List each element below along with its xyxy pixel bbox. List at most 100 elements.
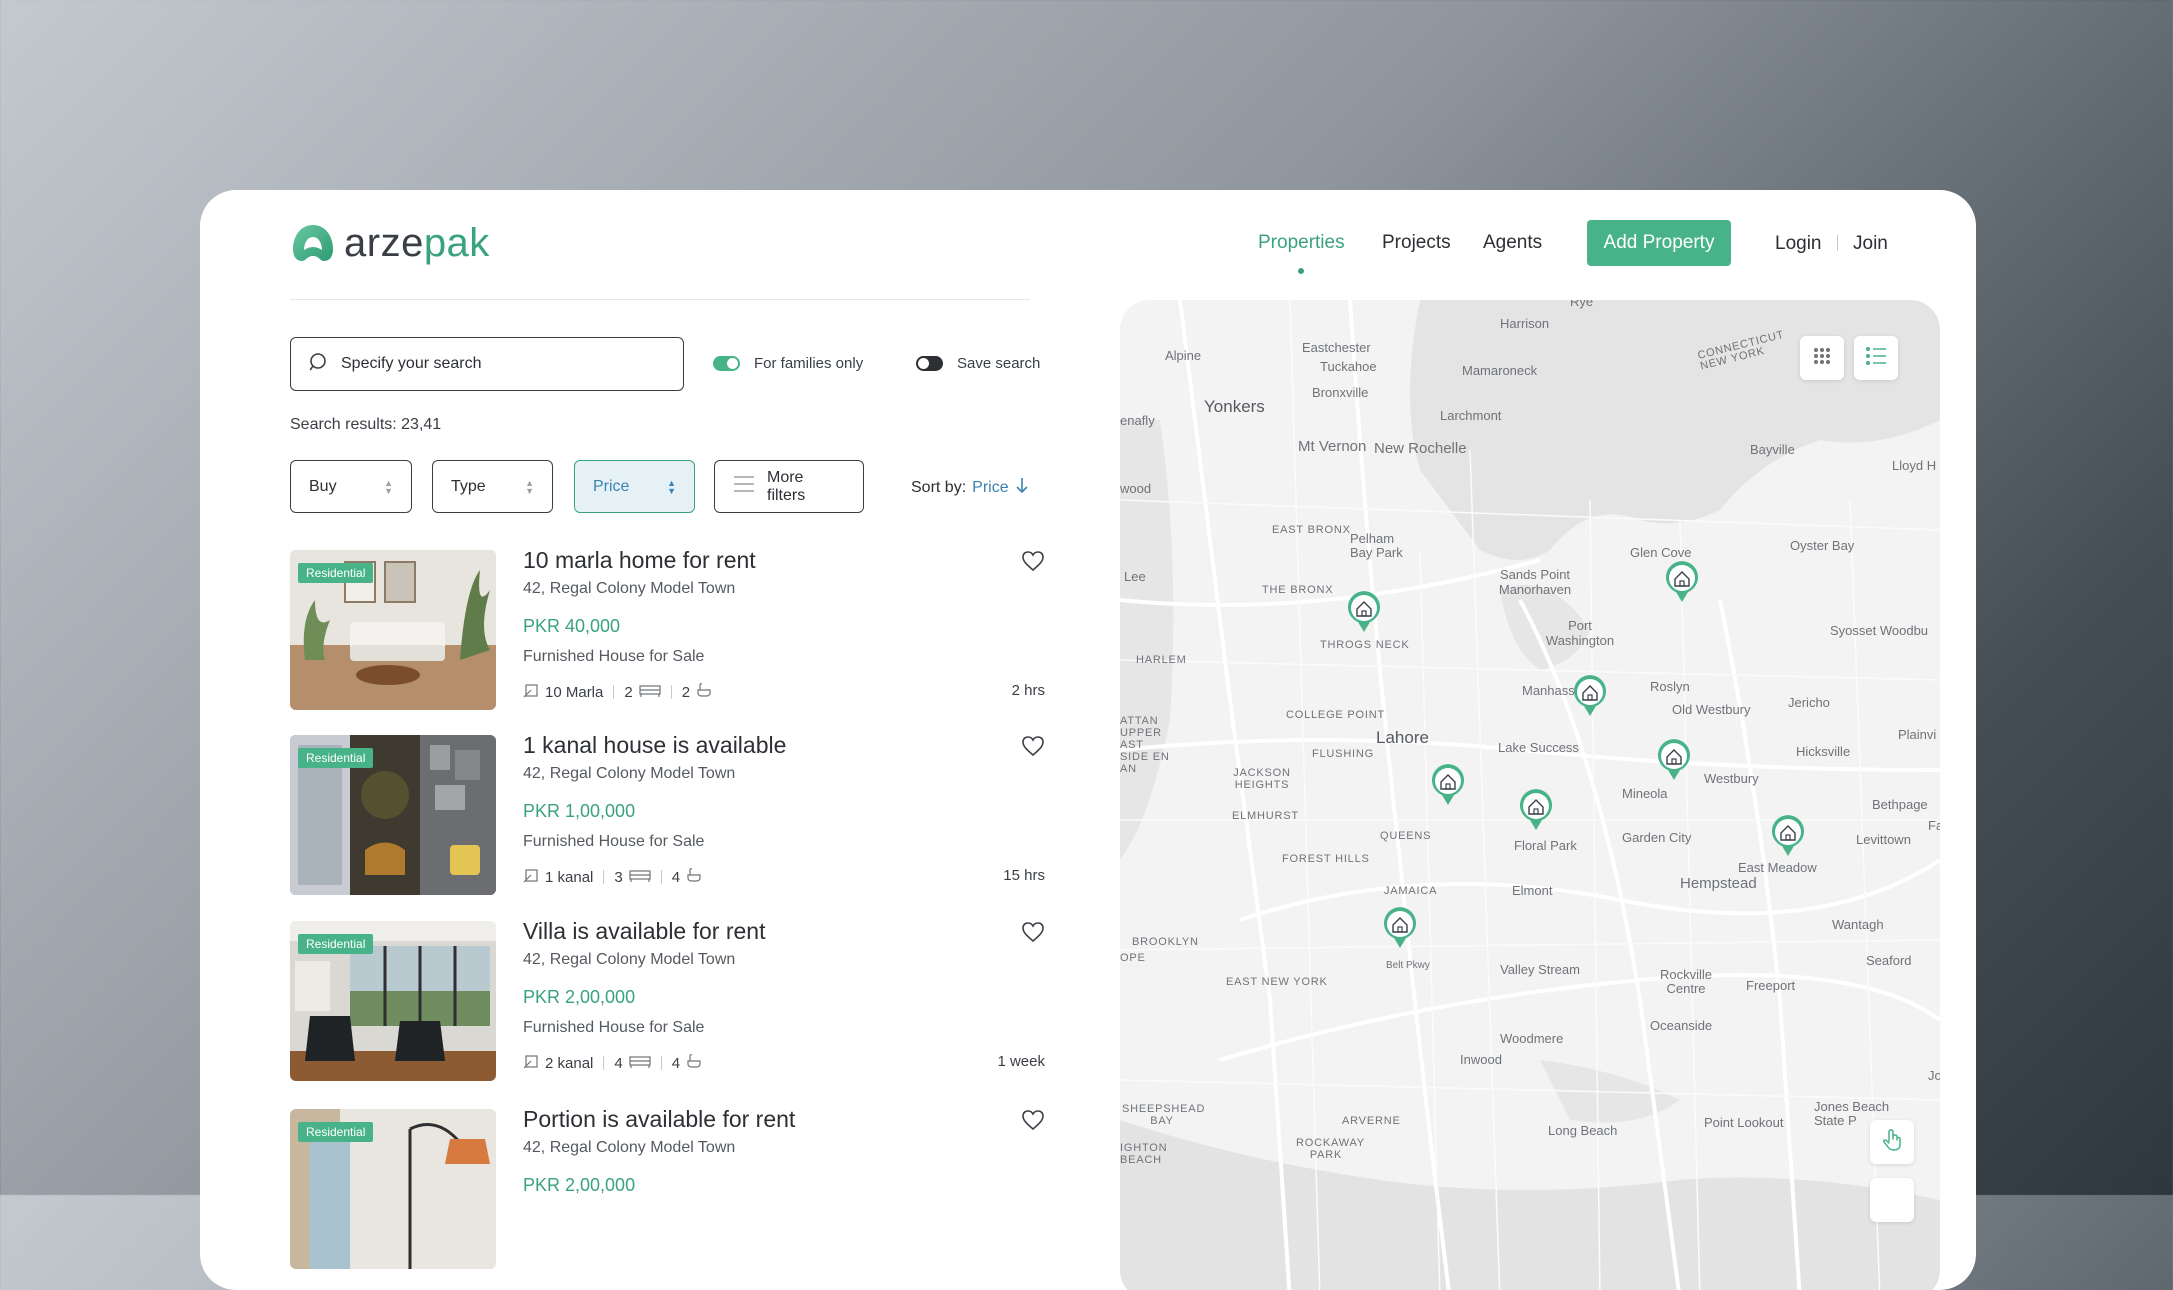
map-label: Point Lookout [1704,1115,1784,1130]
heart-icon[interactable] [1021,921,1045,948]
search-input[interactable] [339,354,643,374]
families-toggle[interactable]: For families only [713,355,863,372]
sort-label: Sort by: [911,478,967,496]
pan-button[interactable] [1870,1120,1914,1164]
heart-icon[interactable] [1021,550,1045,577]
listing-card[interactable]: Residential 1 kanal house is available 4… [290,732,1045,895]
updown-icon: ▲ ▼ [384,477,393,496]
residential-badge: Residential [298,563,374,583]
families-label: For families only [754,355,864,372]
house-pin-icon[interactable] [1430,763,1466,807]
map-secondary-button[interactable] [1870,1178,1914,1222]
map-label: Mt Vernon [1298,438,1367,455]
nav-properties[interactable]: Properties [1258,232,1345,254]
listing-specs: 10 Marla 2 2 [523,682,712,702]
type-select[interactable]: Type ▲ ▼ [432,460,553,513]
map-label: OPE [1120,952,1146,964]
updown-icon: ▲ ▼ [667,477,676,496]
listing-description: Furnished House for Sale [523,648,705,665]
map-label: IGHTON BEACH [1120,1142,1168,1166]
residential-badge: Residential [298,748,374,768]
map-label: Jericho [1788,695,1830,710]
login-link[interactable]: Login [1775,233,1822,255]
map-label: Pelham Bay Park [1350,531,1403,560]
beds-value: 3 [614,868,623,886]
listing-title[interactable]: 10 marla home for rent [523,547,756,574]
listing-photo[interactable]: Residential [290,1109,496,1269]
search-field[interactable] [290,337,684,391]
save-search-toggle[interactable]: Save search [916,355,1040,372]
nav-projects[interactable]: Projects [1382,232,1451,254]
grid-view-button[interactable] [1800,336,1844,380]
map-label: HARLEM [1136,654,1187,666]
listing-address: 42, Regal Colony Model Town [523,765,736,782]
map-label: Lee [1124,569,1146,584]
heart-icon[interactable] [1021,1109,1045,1136]
header-divider [290,299,1030,300]
search-icon [309,352,329,377]
bed-icon [639,683,661,701]
map-label: Alpine [1165,348,1202,363]
map-label: EAST NEW YORK [1226,976,1328,988]
house-pin-icon[interactable] [1346,590,1382,634]
map-label: JAMAICA [1384,885,1438,897]
nav-agents[interactable]: Agents [1483,232,1542,254]
house-pin-icon[interactable] [1770,814,1806,858]
listing-title[interactable]: 1 kanal house is available [523,732,786,759]
heart-icon[interactable] [1021,735,1045,762]
house-pin-icon[interactable] [1572,674,1608,718]
add-property-button[interactable]: Add Property [1587,220,1731,266]
price-select[interactable]: Price ▲ ▼ [574,460,695,513]
map-label: wood [1120,481,1152,496]
listing-title[interactable]: Villa is available for rent [523,918,765,945]
listing-photo[interactable]: Residential [290,735,496,895]
listing-address: 42, Regal Colony Model Town [523,1139,736,1156]
map-label: Lake Success [1498,740,1579,755]
map-view[interactable]: Rye Harrison Eastchester Alpine Tuckahoe… [1120,300,1940,1290]
listing-photo[interactable]: Residential [290,550,496,710]
map-label: Harrison [1500,316,1550,331]
house-pin-icon[interactable] [1382,906,1418,950]
map-label: ELMHURST [1232,810,1299,822]
save-search-switch[interactable] [916,356,943,371]
map-label: Belt Pkwy [1386,960,1430,971]
buy-select-value: Buy [309,477,337,495]
map-label: East Meadow [1738,860,1817,875]
beds-value: 4 [614,1054,623,1072]
map-label: Syosset Woodbu [1830,623,1929,638]
updown-icon: ▲ ▼ [525,477,534,496]
listing-title[interactable]: Portion is available for rent [523,1106,795,1133]
map-label: Bethpage [1872,797,1928,812]
area-value: 1 kanal [545,868,594,886]
map-label: Freeport [1746,978,1796,993]
list-view-button[interactable] [1854,336,1898,380]
listing-card[interactable]: Residential Villa is available for rent … [290,918,1045,1081]
map-label: Mamaroneck [1462,363,1538,378]
search-results-count: Search results: 23,41 [290,416,442,433]
listing-photo[interactable]: Residential [290,921,496,1081]
house-pin-icon[interactable] [1656,738,1692,782]
map-label: SHEEPSHEAD BAY [1122,1103,1206,1127]
map-label: enafly [1120,413,1155,428]
map-label: Bronxville [1312,385,1369,400]
map-label: Hempstead [1680,875,1757,892]
join-link[interactable]: Join [1853,233,1888,255]
house-pin-icon[interactable] [1518,788,1554,832]
map-label: Larchmont [1440,408,1502,423]
more-filters-button[interactable]: More filters [714,460,864,513]
listing-specs: 2 kanal 4 4 [523,1053,702,1073]
map-label: EAST BRONX [1272,524,1351,536]
map-label: Long Beach [1548,1123,1618,1138]
buy-select[interactable]: Buy ▲ ▼ [290,460,412,513]
sort-control[interactable]: Sort by: Price [911,476,1029,499]
map-label: Hicksville [1796,744,1851,759]
save-search-label: Save search [957,355,1041,372]
map-label: Westbury [1704,771,1759,786]
listing-card[interactable]: Residential 10 marla home for rent 42, R… [290,547,1045,710]
house-pin-icon[interactable] [1664,560,1700,604]
listing-time: 2 hrs [1011,682,1045,699]
families-switch[interactable] [713,356,740,371]
app-window: arzepak Properties Projects Agents Add P… [200,190,1976,1290]
map-label: Valley Stream [1500,962,1580,977]
listing-card[interactable]: Residential Portion is available for ren… [290,1106,1045,1269]
